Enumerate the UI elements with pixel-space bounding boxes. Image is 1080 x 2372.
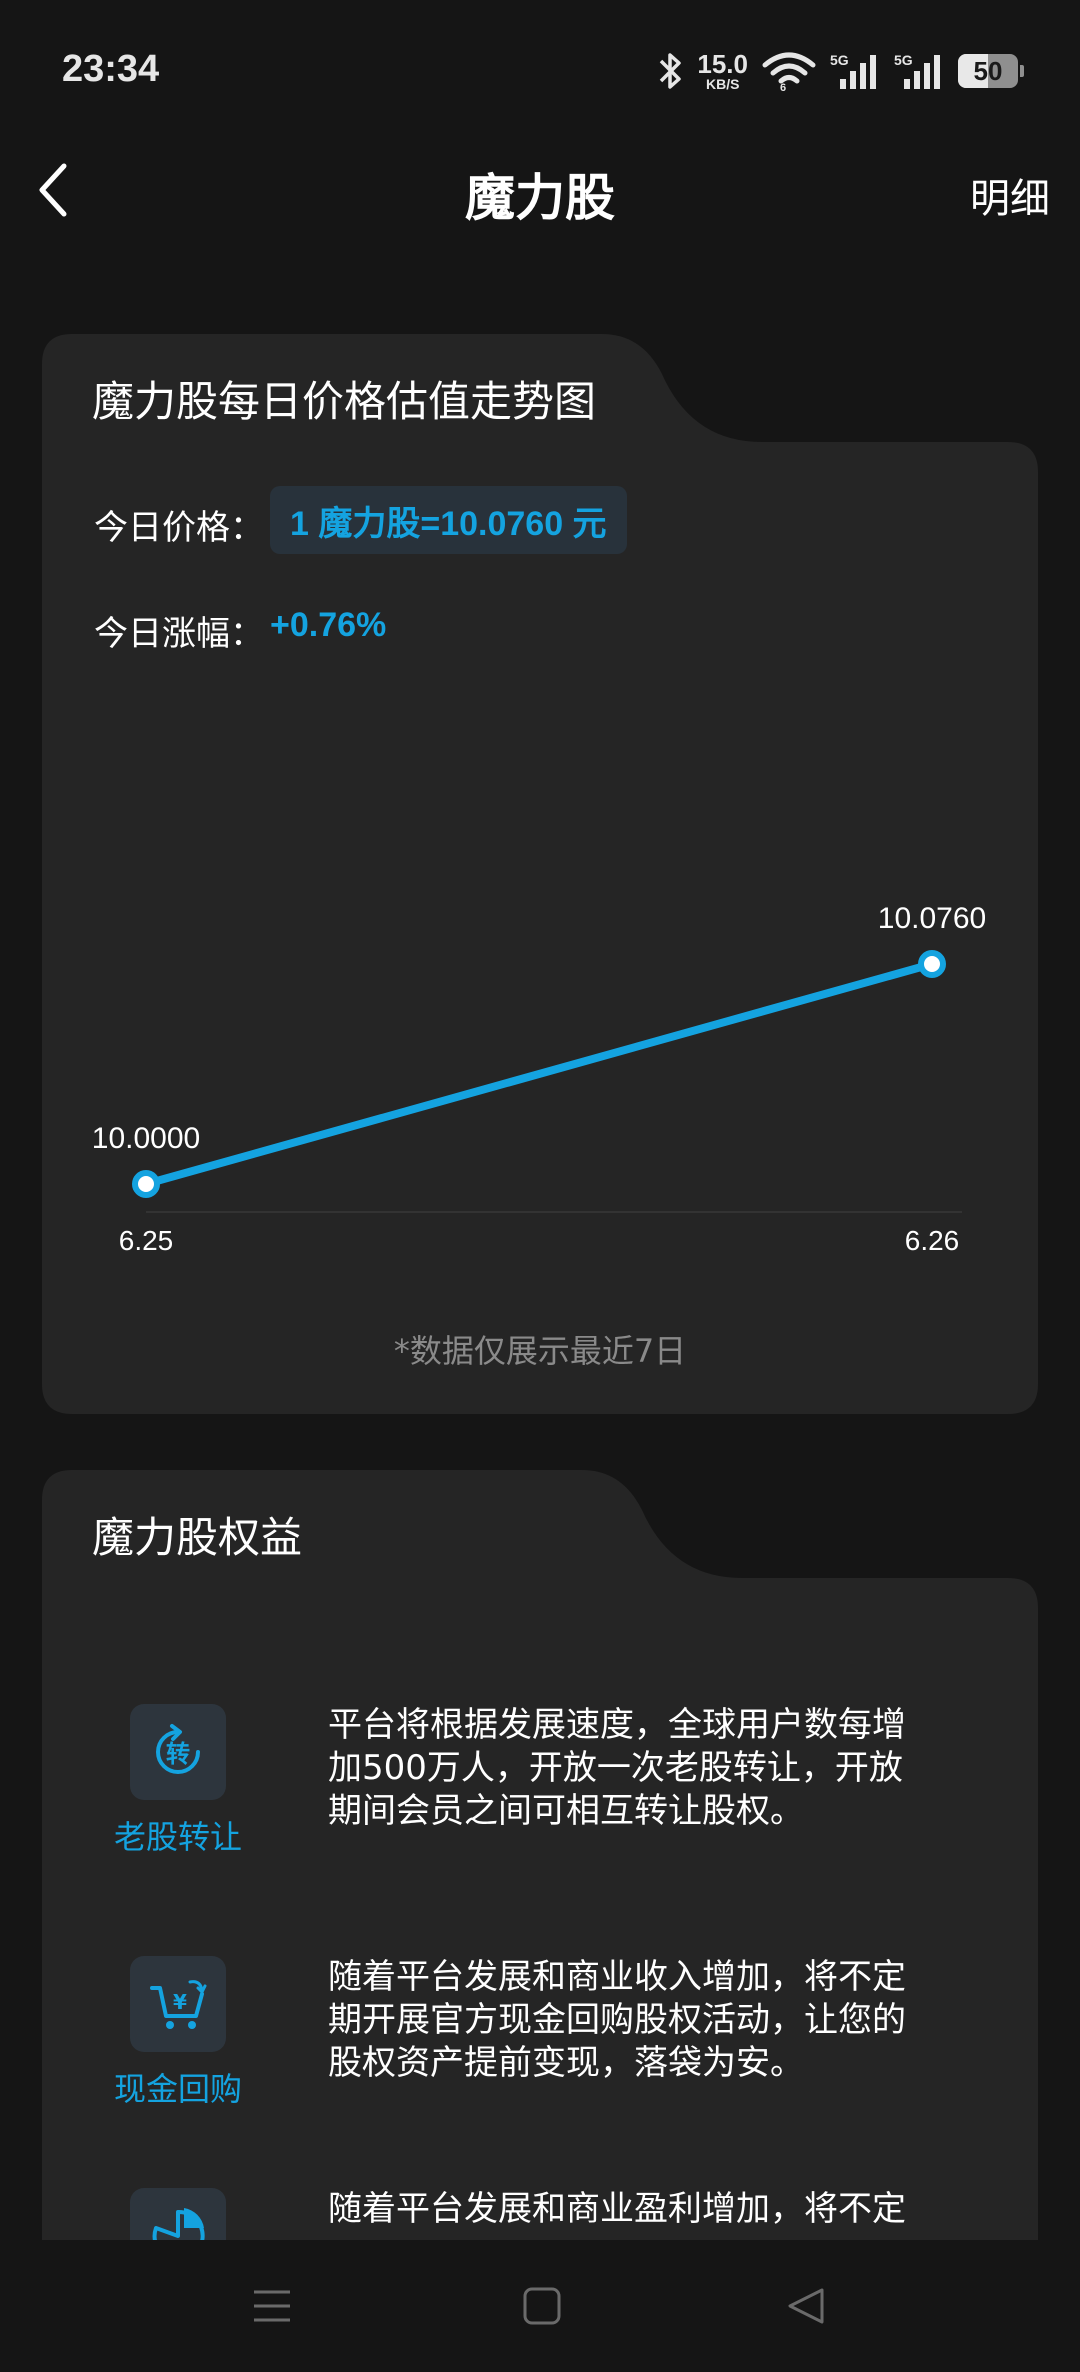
benefit-name: 现金回购 <box>113 2070 242 2108</box>
top-nav-bar: 魔力股 明细 <box>0 140 1080 240</box>
data-label: 10.0760 <box>878 902 986 935</box>
home-icon[interactable] <box>522 2286 562 2326</box>
benefits-card-title: 魔力股权益 <box>92 1513 303 1562</box>
detail-link[interactable]: 明细 <box>970 166 1050 224</box>
card-background <box>42 1470 1038 2250</box>
bluetooth-icon <box>660 53 682 89</box>
status-icons: 15.0 KB/S 6 5G 5G 50 <box>657 46 1024 96</box>
status-bar: 23:34 15.0 KB/S 6 5G 5G 50 <box>0 0 1080 140</box>
price-trend-card: 魔力股每日价格估值走势图 今日价格： 1 魔力股=10.0760 元 今日涨幅：… <box>42 334 1038 1414</box>
benefit-description: 随着平台发展和商业收入增加，将不定 期开展官方现金回购股权活动，让您的 股权资产… <box>328 1957 906 2083</box>
signal-5g-icon-2: 5G <box>894 52 940 89</box>
network-speed: 15.0 KB/S <box>697 49 748 92</box>
wifi-icon: 6 <box>762 52 816 91</box>
page-title: 魔力股 <box>465 169 615 227</box>
data-point <box>132 1170 160 1198</box>
cart-yuan-icon: ¥ <box>130 1956 226 2052</box>
transfer-icon: 转 <box>130 1704 226 1800</box>
svg-text:5G: 5G <box>894 52 913 68</box>
x-tick-label: 6.26 <box>905 1225 960 1256</box>
svg-text:¥: ¥ <box>173 1990 187 2014</box>
clock: 23:34 <box>62 48 160 90</box>
back-triangle-icon[interactable] <box>786 2286 826 2326</box>
benefits-card: 魔力股权益 转 老股转让 平台将根据发展速度，全球用户数每增 加500万人，开放… <box>42 1470 1038 2250</box>
benefit-description: 随着平台发展和商业盈利增加，将不定 <box>328 2189 906 2229</box>
battery-icon: 50 <box>958 54 1024 88</box>
svg-text:6: 6 <box>780 82 786 91</box>
x-tick-label: 6.25 <box>119 1225 174 1256</box>
price-series-line <box>142 960 936 1188</box>
benefit-description: 平台将根据发展速度，全球用户数每增 加500万人，开放一次老股转让，开放 期间会… <box>328 1705 906 1831</box>
menu-icon[interactable] <box>252 2286 292 2326</box>
chart-note: *数据仅展示最近7日 <box>393 1332 687 1370</box>
data-point <box>918 950 946 978</box>
price-trend-chart: 10.0000 6.25 10.0760 6.26 <box>92 902 986 1256</box>
signal-5g-icon: 5G <box>830 52 876 89</box>
data-label: 10.0000 <box>92 1122 200 1155</box>
benefit-name: 老股转让 <box>113 1818 242 1856</box>
system-nav-bar <box>0 2240 1080 2372</box>
svg-text:转: 转 <box>166 1740 190 1768</box>
svg-text:5G: 5G <box>830 52 849 68</box>
